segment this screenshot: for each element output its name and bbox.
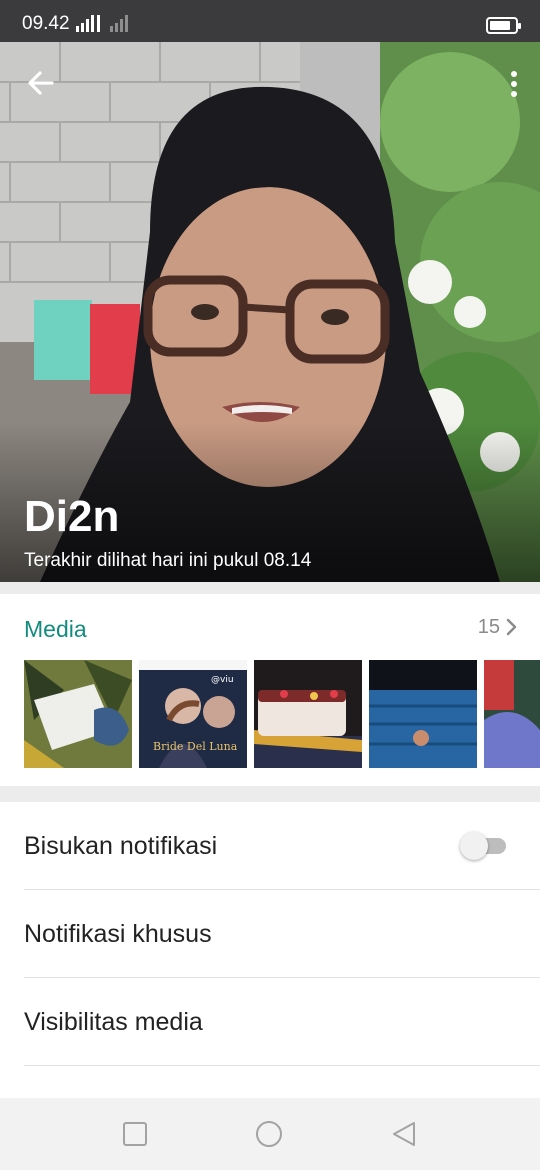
arrow-left-icon[interactable] xyxy=(22,64,60,102)
signal-icon-secondary xyxy=(110,15,128,32)
thumbnail-logo: @viu xyxy=(211,675,234,685)
media-title[interactable]: Media xyxy=(24,616,87,643)
home-icon[interactable] xyxy=(255,1120,283,1148)
media-thumbnail-4[interactable] xyxy=(369,660,477,768)
media-thumbnail-2[interactable]: Bride Del Luna @viu xyxy=(139,660,247,768)
signal-icon xyxy=(76,15,100,32)
media-section: Media 15 Bride Del Luna @viu xyxy=(0,594,540,782)
profile-header: Di2n Terakhir dilihat hari ini pukul 08.… xyxy=(0,42,540,582)
setting-label: Notifikasi khusus xyxy=(24,920,212,948)
status-time: 09.42 xyxy=(22,13,70,34)
setting-custom-notifications[interactable]: Notifikasi khusus xyxy=(24,890,540,978)
section-divider xyxy=(0,582,540,594)
setting-label: Bisukan notifikasi xyxy=(24,832,218,860)
recent-apps-icon[interactable] xyxy=(121,1120,149,1148)
battery-level xyxy=(490,21,511,30)
contact-name: Di2n xyxy=(24,492,120,541)
navigation-bar xyxy=(0,1098,540,1170)
more-vertical-icon[interactable] xyxy=(502,66,526,102)
battery-icon xyxy=(486,17,521,34)
last-seen-text: Terakhir dilihat hari ini pukul 08.14 xyxy=(24,550,312,571)
media-thumbnail-1[interactable] xyxy=(24,660,132,768)
setting-label: Visibilitas media xyxy=(24,1008,203,1036)
chevron-right-icon[interactable] xyxy=(504,618,518,636)
media-thumbnail-5[interactable] xyxy=(484,660,540,768)
settings-list: Bisukan notifikasi Notifikasi khusus Vis… xyxy=(0,802,540,1066)
media-count[interactable]: 15 xyxy=(478,616,500,639)
back-icon[interactable] xyxy=(390,1120,418,1148)
section-divider xyxy=(0,786,540,802)
setting-media-visibility[interactable]: Visibilitas media xyxy=(24,978,540,1066)
media-thumbnail-3[interactable] xyxy=(254,660,362,768)
mute-toggle[interactable] xyxy=(460,832,506,860)
thumbnail-movie-title: Bride Del Luna xyxy=(153,740,238,753)
setting-mute-notifications[interactable]: Bisukan notifikasi xyxy=(24,802,540,890)
status-bar: 09.42 xyxy=(0,0,540,42)
toggle-knob xyxy=(460,832,488,860)
